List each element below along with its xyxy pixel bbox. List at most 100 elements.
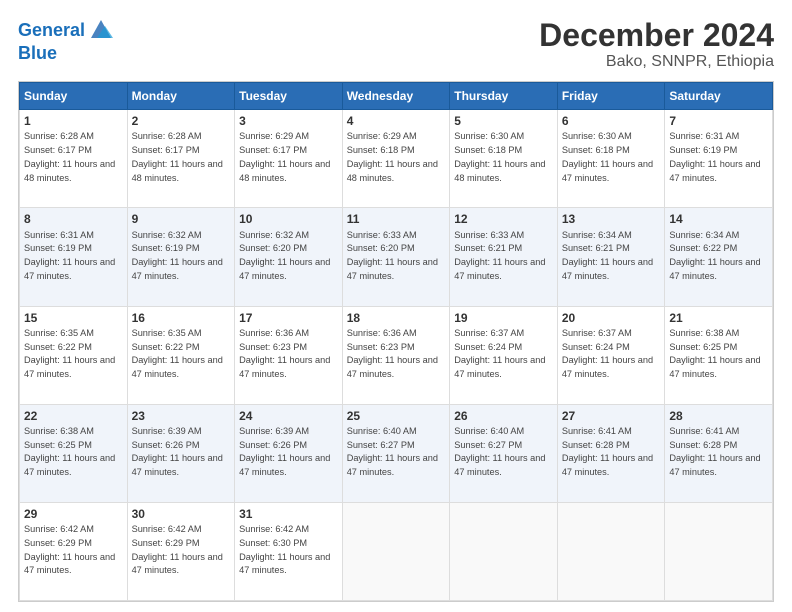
- day-number: 6: [562, 113, 661, 129]
- day-number: 29: [24, 506, 123, 522]
- day-number: 16: [132, 310, 231, 326]
- day-number: 5: [454, 113, 553, 129]
- day-info: Sunrise: 6:37 AMSunset: 6:24 PMDaylight:…: [454, 328, 545, 379]
- day-info: Sunrise: 6:31 AMSunset: 6:19 PMDaylight:…: [669, 131, 760, 182]
- calendar-cell: 8Sunrise: 6:31 AMSunset: 6:19 PMDaylight…: [20, 208, 128, 306]
- day-info: Sunrise: 6:28 AMSunset: 6:17 PMDaylight:…: [24, 131, 115, 182]
- calendar-cell: 21 Sunrise: 6:38 AMSunset: 6:25 PMDayligh…: [665, 306, 773, 404]
- calendar-cell: 13 Sunrise: 6:34 AMSunset: 6:21 PMDayligh…: [557, 208, 665, 306]
- day-number: 10: [239, 211, 338, 227]
- day-number: 23: [132, 408, 231, 424]
- day-info: Sunrise: 6:38 AMSunset: 6:25 PMDaylight:…: [669, 328, 760, 379]
- day-number: 31: [239, 506, 338, 522]
- calendar-cell: 26Sunrise: 6:40 AMSunset: 6:27 PMDayligh…: [450, 404, 558, 502]
- logo-text2: Blue: [18, 43, 57, 63]
- day-info: Sunrise: 6:33 AMSunset: 6:21 PMDaylight:…: [454, 230, 545, 281]
- day-info: Sunrise: 6:41 AMSunset: 6:28 PMDaylight:…: [669, 426, 760, 477]
- day-number: 4: [347, 113, 446, 129]
- table-row: 22 Sunrise: 6:38 AMSunset: 6:25 PMDayligh…: [20, 404, 773, 502]
- day-info: Sunrise: 6:36 AMSunset: 6:23 PMDaylight:…: [347, 328, 438, 379]
- day-info: Sunrise: 6:40 AMSunset: 6:27 PMDaylight:…: [454, 426, 545, 477]
- day-info: Sunrise: 6:30 AMSunset: 6:18 PMDaylight:…: [562, 131, 653, 182]
- calendar-cell: 20 Sunrise: 6:37 AMSunset: 6:24 PMDayligh…: [557, 306, 665, 404]
- calendar-cell: 12 Sunrise: 6:33 AMSunset: 6:21 PMDayligh…: [450, 208, 558, 306]
- day-info: Sunrise: 6:38 AMSunset: 6:25 PMDaylight:…: [24, 426, 115, 477]
- calendar-cell: 14 Sunrise: 6:34 AMSunset: 6:22 PMDayligh…: [665, 208, 773, 306]
- calendar-cell: 3 Sunrise: 6:29 AMSunset: 6:17 PMDaylight…: [235, 110, 343, 208]
- table-row: 8Sunrise: 6:31 AMSunset: 6:19 PMDaylight…: [20, 208, 773, 306]
- day-number: 25: [347, 408, 446, 424]
- day-info: Sunrise: 6:42 AMSunset: 6:29 PMDaylight:…: [24, 524, 115, 575]
- calendar-cell: 31Sunrise: 6:42 AMSunset: 6:30 PMDayligh…: [235, 502, 343, 600]
- calendar-header-row: Sunday Monday Tuesday Wednesday Thursday…: [20, 83, 773, 110]
- calendar-cell: 29 Sunrise: 6:42 AMSunset: 6:29 PMDayligh…: [20, 502, 128, 600]
- day-number: 7: [669, 113, 768, 129]
- logo: General Blue: [18, 18, 115, 64]
- calendar-cell: 5 Sunrise: 6:30 AMSunset: 6:18 PMDaylight…: [450, 110, 558, 208]
- table-row: 1 Sunrise: 6:28 AMSunset: 6:17 PMDaylight…: [20, 110, 773, 208]
- day-number: 17: [239, 310, 338, 326]
- day-number: 1: [24, 113, 123, 129]
- day-info: Sunrise: 6:39 AMSunset: 6:26 PMDaylight:…: [239, 426, 330, 477]
- calendar-cell: 28 Sunrise: 6:41 AMSunset: 6:28 PMDayligh…: [665, 404, 773, 502]
- calendar-cell: 16 Sunrise: 6:35 AMSunset: 6:22 PMDayligh…: [127, 306, 235, 404]
- day-info: Sunrise: 6:37 AMSunset: 6:24 PMDaylight:…: [562, 328, 653, 379]
- day-info: Sunrise: 6:30 AMSunset: 6:18 PMDaylight:…: [454, 131, 545, 182]
- calendar-cell: 11 Sunrise: 6:33 AMSunset: 6:20 PMDayligh…: [342, 208, 450, 306]
- day-info: Sunrise: 6:33 AMSunset: 6:20 PMDaylight:…: [347, 230, 438, 281]
- day-info: Sunrise: 6:39 AMSunset: 6:26 PMDaylight:…: [132, 426, 223, 477]
- day-info: Sunrise: 6:42 AMSunset: 6:29 PMDaylight:…: [132, 524, 223, 575]
- day-info: Sunrise: 6:29 AMSunset: 6:17 PMDaylight:…: [239, 131, 330, 182]
- calendar-cell: 18 Sunrise: 6:36 AMSunset: 6:23 PMDayligh…: [342, 306, 450, 404]
- logo-icon: [87, 16, 115, 44]
- calendar: Sunday Monday Tuesday Wednesday Thursday…: [18, 81, 774, 602]
- day-number: 14: [669, 211, 768, 227]
- day-info: Sunrise: 6:32 AMSunset: 6:19 PMDaylight:…: [132, 230, 223, 281]
- day-info: Sunrise: 6:28 AMSunset: 6:17 PMDaylight:…: [132, 131, 223, 182]
- col-monday: Monday: [127, 83, 235, 110]
- day-number: 3: [239, 113, 338, 129]
- day-number: 9: [132, 211, 231, 227]
- calendar-subtitle: Bako, SNNPR, Ethiopia: [539, 53, 774, 71]
- calendar-cell: [342, 502, 450, 600]
- calendar-cell: 27Sunrise: 6:41 AMSunset: 6:28 PMDayligh…: [557, 404, 665, 502]
- day-info: Sunrise: 6:41 AMSunset: 6:28 PMDaylight:…: [562, 426, 653, 477]
- day-info: Sunrise: 6:35 AMSunset: 6:22 PMDaylight:…: [24, 328, 115, 379]
- day-info: Sunrise: 6:32 AMSunset: 6:20 PMDaylight:…: [239, 230, 330, 281]
- day-info: Sunrise: 6:34 AMSunset: 6:21 PMDaylight:…: [562, 230, 653, 281]
- table-row: 15Sunrise: 6:35 AMSunset: 6:22 PMDayligh…: [20, 306, 773, 404]
- day-number: 28: [669, 408, 768, 424]
- day-number: 30: [132, 506, 231, 522]
- col-wednesday: Wednesday: [342, 83, 450, 110]
- day-info: Sunrise: 6:35 AMSunset: 6:22 PMDaylight:…: [132, 328, 223, 379]
- calendar-cell: [450, 502, 558, 600]
- title-block: December 2024 Bako, SNNPR, Ethiopia: [539, 18, 774, 71]
- calendar-cell: 2 Sunrise: 6:28 AMSunset: 6:17 PMDaylight…: [127, 110, 235, 208]
- col-thursday: Thursday: [450, 83, 558, 110]
- day-info: Sunrise: 6:31 AMSunset: 6:19 PMDaylight:…: [24, 230, 115, 281]
- calendar-cell: 24Sunrise: 6:39 AMSunset: 6:26 PMDayligh…: [235, 404, 343, 502]
- col-tuesday: Tuesday: [235, 83, 343, 110]
- calendar-cell: [557, 502, 665, 600]
- header: General Blue December 2024 Bako, SNNPR, …: [18, 18, 774, 71]
- col-sunday: Sunday: [20, 83, 128, 110]
- calendar-cell: 19Sunrise: 6:37 AMSunset: 6:24 PMDayligh…: [450, 306, 558, 404]
- calendar-cell: [665, 502, 773, 600]
- calendar-cell: 7 Sunrise: 6:31 AMSunset: 6:19 PMDaylight…: [665, 110, 773, 208]
- day-number: 12: [454, 211, 553, 227]
- day-info: Sunrise: 6:36 AMSunset: 6:23 PMDaylight:…: [239, 328, 330, 379]
- day-info: Sunrise: 6:29 AMSunset: 6:18 PMDaylight:…: [347, 131, 438, 182]
- table-row: 29 Sunrise: 6:42 AMSunset: 6:29 PMDayligh…: [20, 502, 773, 600]
- page: General Blue December 2024 Bako, SNNPR, …: [0, 0, 792, 612]
- calendar-cell: 17 Sunrise: 6:36 AMSunset: 6:23 PMDayligh…: [235, 306, 343, 404]
- day-number: 21: [669, 310, 768, 326]
- day-number: 11: [347, 211, 446, 227]
- day-info: Sunrise: 6:40 AMSunset: 6:27 PMDaylight:…: [347, 426, 438, 477]
- day-number: 22: [24, 408, 123, 424]
- day-number: 20: [562, 310, 661, 326]
- day-info: Sunrise: 6:34 AMSunset: 6:22 PMDaylight:…: [669, 230, 760, 281]
- calendar-cell: 23 Sunrise: 6:39 AMSunset: 6:26 PMDayligh…: [127, 404, 235, 502]
- day-number: 18: [347, 310, 446, 326]
- day-number: 13: [562, 211, 661, 227]
- day-number: 2: [132, 113, 231, 129]
